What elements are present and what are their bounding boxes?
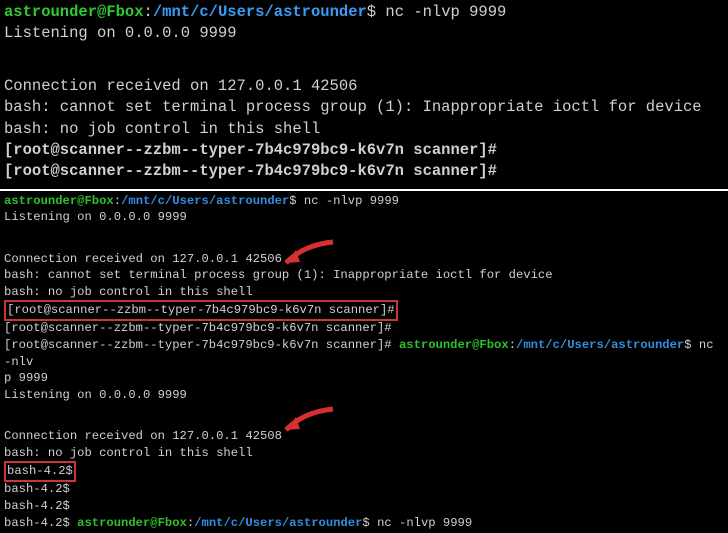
user: astrounder	[399, 338, 472, 352]
cwd: /mnt/c/Users/astrounder	[153, 3, 367, 21]
colon: :	[187, 516, 194, 530]
command-text: nc -nlvp 9999	[370, 516, 472, 530]
colon: :	[144, 3, 153, 21]
highlighted-root-prompt: [root@scanner--zzbm--typer-7b4c979bc9-k6…	[4, 301, 724, 320]
output-listen: Listening on 0.0.0.0 9999	[4, 387, 724, 404]
dollar: $	[289, 194, 296, 208]
dollar: $	[362, 516, 369, 530]
root-prompt-text: [root@scanner--zzbm--typer-7b4c979bc9-k6…	[4, 338, 399, 352]
blank-line	[4, 238, 724, 250]
cwd: /mnt/c/Users/astrounder	[516, 338, 684, 352]
output-listen: Listening on 0.0.0.0 9999	[4, 23, 724, 44]
cwd: /mnt/c/Users/astrounder	[121, 194, 289, 208]
root-prompt: [root@scanner--zzbm--typer-7b4c979bc9-k6…	[4, 140, 724, 161]
bash-prompt-with-inline: bash-4.2$ astrounder@Fbox:/mnt/c/Users/a…	[4, 515, 724, 532]
upper-terminal-pane: astrounder@Fbox:/mnt/c/Users/astrounder$…	[0, 0, 728, 191]
blank-line	[4, 226, 724, 238]
blank-line	[4, 404, 724, 416]
root-prompt: [root@scanner--zzbm--typer-7b4c979bc9-k6…	[4, 161, 724, 182]
output-bash-err: bash: no job control in this shell	[4, 445, 724, 462]
output-bash-err2: bash: no job control in this shell	[4, 119, 724, 140]
blank-line	[4, 60, 724, 76]
prompt-line: astrounder@Fbox:/mnt/c/Users/astrounder$…	[4, 193, 724, 210]
user: astrounder	[4, 3, 97, 21]
at: @	[97, 3, 106, 21]
highlight-box: [root@scanner--zzbm--typer-7b4c979bc9-k6…	[4, 300, 398, 321]
command-wrap: p 9999	[4, 370, 724, 387]
output-bash-err2: bash: no job control in this shell	[4, 284, 724, 301]
at: @	[150, 516, 157, 530]
colon: :	[509, 338, 516, 352]
host: Fbox	[106, 3, 143, 21]
prompt-line: astrounder@Fbox:/mnt/c/Users/astrounder$…	[4, 2, 724, 23]
host: Fbox	[479, 338, 508, 352]
output-listen: Listening on 0.0.0.0 9999	[4, 209, 724, 226]
host: Fbox	[158, 516, 187, 530]
root-prompt: [root@scanner--zzbm--typer-7b4c979bc9-k6…	[4, 320, 724, 337]
root-prompt-with-inline: [root@scanner--zzbm--typer-7b4c979bc9-k6…	[4, 337, 724, 371]
user: astrounder	[77, 516, 150, 530]
bash-prompt: bash-4.2$	[4, 498, 724, 515]
bash-prompt-text: bash-4.2$	[4, 516, 77, 530]
command-text: nc -nlvp 9999	[297, 194, 399, 208]
output-bash-err1: bash: cannot set terminal process group …	[4, 267, 724, 284]
host: Fbox	[84, 194, 113, 208]
user: astrounder	[4, 194, 77, 208]
bash-prompt: bash-4.2$	[4, 481, 724, 498]
highlighted-bash-prompt: bash-4.2$	[4, 462, 724, 481]
lower-terminal-pane: astrounder@Fbox:/mnt/c/Users/astrounder$…	[0, 191, 728, 533]
output-conn: Connection received on 127.0.0.1 42508	[4, 428, 724, 445]
command-text: nc -nlvp 9999	[376, 3, 506, 21]
dollar: $	[367, 3, 376, 21]
highlight-box: bash-4.2$	[4, 461, 76, 482]
blank-line	[4, 45, 724, 61]
dollar: $	[684, 338, 691, 352]
output-bash-err1: bash: cannot set terminal process group …	[4, 97, 724, 118]
blank-line	[4, 416, 724, 428]
output-conn: Connection received on 127.0.0.1 42506	[4, 76, 724, 97]
cwd: /mnt/c/Users/astrounder	[194, 516, 362, 530]
colon: :	[114, 194, 121, 208]
output-conn: Connection received on 127.0.0.1 42506	[4, 251, 724, 268]
